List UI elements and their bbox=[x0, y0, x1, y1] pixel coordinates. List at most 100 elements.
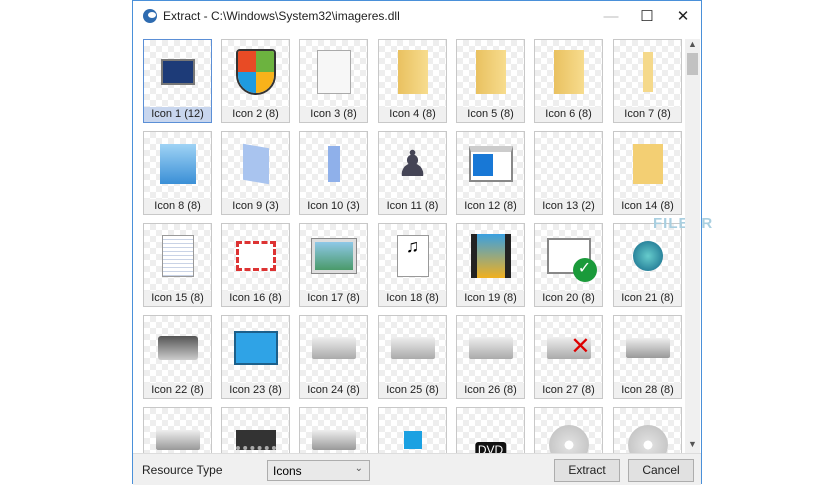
icon-tile[interactable]: Icon 1 (12) bbox=[143, 39, 212, 123]
bottom-bar: Resource Type Icons ⌄ Extract Cancel bbox=[133, 453, 701, 485]
folder-icon bbox=[553, 50, 584, 94]
scroll-up-icon[interactable]: ▲ bbox=[685, 39, 700, 53]
icon-tile[interactable]: Icon 10 (3) bbox=[299, 131, 368, 215]
resource-type-label: Resource Type bbox=[142, 463, 223, 477]
icon-label: Icon 19 (8) bbox=[457, 291, 524, 306]
games-icon: ♟ bbox=[396, 143, 429, 184]
control-panel-icon bbox=[233, 331, 278, 365]
icon-tile[interactable]: Icon 16 (8) bbox=[221, 223, 290, 307]
icon-tile[interactable]: DVD bbox=[456, 407, 525, 453]
folder-icon bbox=[397, 50, 428, 94]
blue-search-icon bbox=[159, 144, 196, 184]
icon-tile[interactable]: Icon 12 (8) bbox=[456, 131, 525, 215]
chip-icon bbox=[235, 430, 276, 450]
icon-tile[interactable] bbox=[613, 407, 682, 453]
icon-tile[interactable]: Icon 7 (8) bbox=[613, 39, 682, 123]
icon-tile[interactable] bbox=[534, 407, 603, 453]
icon-label: Icon 24 (8) bbox=[300, 383, 367, 398]
icon-tile[interactable]: Icon 22 (8) bbox=[143, 315, 212, 399]
icon-tile[interactable]: Icon 28 (8) bbox=[613, 315, 682, 399]
icon-tile[interactable] bbox=[221, 407, 290, 453]
vertical-scrollbar[interactable]: ▲ ▼ bbox=[685, 39, 700, 453]
monitor-icon bbox=[160, 59, 195, 85]
extract-button[interactable]: Extract bbox=[554, 459, 620, 482]
icon-tile[interactable]: Icon 5 (8) bbox=[456, 39, 525, 123]
blue-page-icon bbox=[242, 143, 269, 185]
window-title: Extract - C:\Windows\System32\imageres.d… bbox=[163, 9, 400, 23]
icon-tile[interactable]: ✕ Icon 27 (8) bbox=[534, 315, 603, 399]
icon-tile[interactable]: Icon 3 (8) bbox=[299, 39, 368, 123]
folder-thin-icon bbox=[642, 52, 653, 92]
icon-tile[interactable]: Icon 6 (8) bbox=[534, 39, 603, 123]
icon-label: Icon 4 (8) bbox=[379, 107, 446, 122]
icon-label: Icon 28 (8) bbox=[614, 383, 681, 398]
watermark: FILECR bbox=[653, 215, 714, 232]
icon-label: Icon 6 (8) bbox=[535, 107, 602, 122]
scroll-down-icon[interactable]: ▼ bbox=[685, 439, 700, 453]
icon-tile[interactable]: Icon 9 (3) bbox=[221, 131, 290, 215]
icon-tile[interactable] bbox=[378, 407, 447, 453]
win-drive-icon bbox=[403, 431, 422, 449]
icon-label: Icon 10 (3) bbox=[300, 199, 367, 214]
icon-label: Icon 3 (8) bbox=[300, 107, 367, 122]
icon-tile[interactable]: Icon 21 (8) bbox=[613, 223, 682, 307]
icon-tile[interactable]: Icon 8 (8) bbox=[143, 131, 212, 215]
icon-tile[interactable] bbox=[299, 407, 368, 453]
extract-dialog: Extract - C:\Windows\System32\imageres.d… bbox=[132, 0, 712, 485]
icon-grid: Icon 1 (12) Icon 2 (8) Icon 3 (8) Icon 4 (8… bbox=[143, 39, 688, 453]
icon-label: Icon 20 (8) bbox=[535, 291, 602, 306]
network-icon bbox=[632, 241, 663, 271]
check-icon: ✓ bbox=[546, 238, 597, 282]
icon-label: Icon 1 (12) bbox=[144, 107, 211, 122]
icon-tile[interactable]: Icon 24 (8) bbox=[299, 315, 368, 399]
icon-label: Icon 2 (8) bbox=[222, 107, 289, 122]
icon-label: Icon 23 (8) bbox=[222, 383, 289, 398]
dvd-label: DVD bbox=[474, 442, 507, 453]
icon-label: Icon 18 (8) bbox=[379, 291, 446, 306]
icon-tile[interactable]: ♫ Icon 18 (8) bbox=[378, 223, 447, 307]
icon-label: Icon 13 (2) bbox=[535, 199, 602, 214]
minimize-button[interactable]: — bbox=[593, 1, 629, 31]
icon-tile[interactable]: Icon 17 (8) bbox=[299, 223, 368, 307]
floppy-icon bbox=[390, 337, 435, 359]
icon-tile[interactable]: Icon 26 (8) bbox=[456, 315, 525, 399]
close-button[interactable]: ✕ bbox=[665, 1, 701, 31]
icon-label: Icon 14 (8) bbox=[614, 199, 681, 214]
music-icon: ♫ bbox=[396, 235, 429, 277]
shield-icon bbox=[235, 49, 276, 95]
drive-x-icon: ✕ bbox=[546, 335, 591, 359]
icon-tile[interactable]: Icon 15 (8) bbox=[143, 223, 212, 307]
chevron-down-icon: ⌄ bbox=[354, 463, 363, 474]
cancel-button[interactable]: Cancel bbox=[628, 459, 694, 482]
scroll-thumb[interactable] bbox=[687, 53, 698, 75]
floppy-icon bbox=[311, 337, 356, 359]
icon-tile[interactable]: Icon 25 (8) bbox=[378, 315, 447, 399]
page-icon bbox=[316, 50, 351, 94]
icon-label: Icon 25 (8) bbox=[379, 383, 446, 398]
drive-icon bbox=[311, 430, 356, 450]
icon-tile[interactable]: Icon 4 (8) bbox=[378, 39, 447, 123]
drive-icon bbox=[625, 338, 670, 358]
icon-label: Icon 16 (8) bbox=[222, 291, 289, 306]
mail-icon bbox=[235, 241, 276, 271]
icon-label: Icon 22 (8) bbox=[144, 383, 211, 398]
icon-label: Icon 12 (8) bbox=[457, 199, 524, 214]
title-bar: Extract - C:\Windows\System32\imageres.d… bbox=[133, 1, 701, 31]
icon-label: Icon 8 (8) bbox=[144, 199, 211, 214]
icon-tile[interactable]: Icon 14 (8) bbox=[613, 131, 682, 215]
icon-tile[interactable]: Icon 2 (8) bbox=[221, 39, 290, 123]
folder-icon bbox=[475, 50, 506, 94]
icon-tile[interactable] bbox=[143, 407, 212, 453]
resource-type-select[interactable]: Icons ⌄ bbox=[267, 460, 370, 481]
maximize-button[interactable]: ☐ bbox=[629, 1, 665, 31]
icon-tile[interactable]: ✓ Icon 20 (8) bbox=[534, 223, 603, 307]
icon-label: Icon 27 (8) bbox=[535, 383, 602, 398]
icon-label: Icon 17 (8) bbox=[300, 291, 367, 306]
window-icon bbox=[468, 146, 513, 182]
icon-tile[interactable]: Icon 13 (2) bbox=[534, 131, 603, 215]
icon-tile[interactable]: ♟ Icon 11 (8) bbox=[378, 131, 447, 215]
icon-tile[interactable]: Icon 23 (8) bbox=[221, 315, 290, 399]
picture-icon bbox=[310, 238, 357, 274]
icon-tile[interactable]: Icon 19 (8) bbox=[456, 223, 525, 307]
blue-thin-icon bbox=[327, 146, 340, 182]
